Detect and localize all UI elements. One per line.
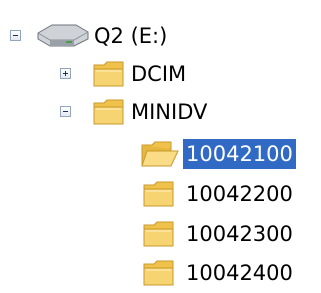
folder-closed-icon	[93, 99, 124, 125]
tree-item-label: 10042300	[186, 222, 293, 246]
collapse-toggle[interactable]	[60, 106, 71, 117]
tree-item-minidv[interactable]: MINIDV	[0, 94, 321, 130]
collapse-toggle[interactable]	[10, 30, 21, 41]
folder-closed-icon	[143, 221, 174, 247]
tree-item-label: MINIDV	[131, 100, 208, 124]
expand-toggle[interactable]	[60, 68, 71, 79]
tree-item-drive[interactable]: Q2 (E:)	[0, 18, 321, 54]
tree-item-label: DCIM	[131, 62, 187, 86]
tree-item-dcim[interactable]: DCIM	[0, 56, 321, 92]
folder-open-icon	[141, 141, 179, 167]
tree-item-10042100[interactable]: 10042100	[0, 136, 321, 172]
drive-icon	[37, 24, 89, 47]
tree-item-label: 10042400	[186, 261, 293, 285]
tree-item-10042400[interactable]: 10042400	[0, 255, 321, 291]
tree-item-label: Q2 (E:)	[94, 24, 168, 48]
folder-closed-icon	[143, 181, 174, 207]
folder-closed-icon	[143, 260, 174, 286]
folder-closed-icon	[93, 61, 124, 87]
tree-item-label: 10042100	[183, 139, 296, 169]
tree-item-label: 10042200	[186, 182, 293, 206]
tree-item-10042200[interactable]: 10042200	[0, 176, 321, 212]
tree-item-10042300[interactable]: 10042300	[0, 216, 321, 252]
